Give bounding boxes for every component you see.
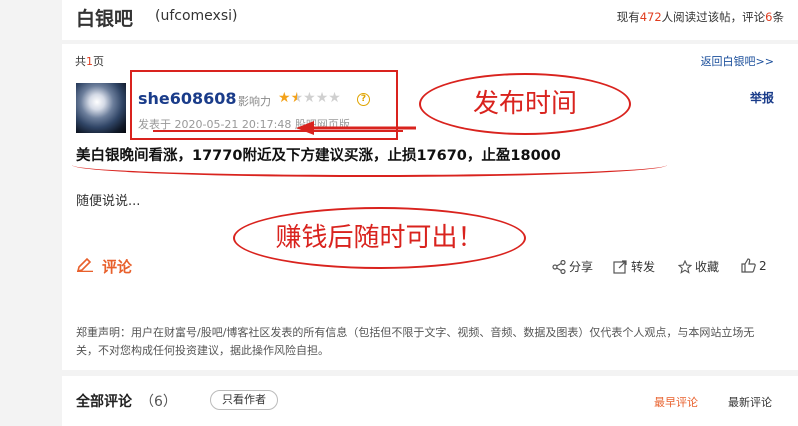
- avatar[interactable]: [76, 83, 126, 133]
- like-count: 2: [759, 258, 767, 273]
- like-button[interactable]: 2: [741, 258, 767, 273]
- post-body: 随便说说...: [76, 194, 141, 209]
- read-stats: 现有472人阅读过该帖，评论6条: [617, 9, 784, 25]
- all-comments-label: 全部评论: [76, 394, 132, 410]
- annotation-take-profit: 赚钱后随时可出！: [233, 207, 526, 269]
- read-mid: 人阅读过该帖，评论: [661, 10, 766, 24]
- share-label: 分享: [569, 260, 594, 274]
- disclaimer: 郑重声明：用户在财富号/股吧/博客社区发表的所有信息（包括但不限于文字、视频、音…: [76, 326, 755, 357]
- all-comments-count: （6）: [140, 394, 177, 410]
- read-suffix: 条: [772, 10, 785, 24]
- only-author-button[interactable]: 只看作者: [210, 390, 278, 410]
- sort-latest-tab[interactable]: 最新评论: [728, 394, 772, 410]
- comment-button[interactable]: 评论: [76, 256, 132, 277]
- annotation-publish-time: 发布时间: [419, 73, 631, 135]
- page-count: 共1页: [75, 53, 104, 69]
- forward-button[interactable]: 转发: [613, 258, 655, 275]
- star-outline-icon: [678, 259, 692, 274]
- report-button[interactable]: 举报: [750, 89, 774, 106]
- sort-earliest-tab[interactable]: 最早评论: [654, 394, 698, 410]
- forum-name[interactable]: 白银吧: [76, 4, 133, 31]
- pager-prefix: 共: [75, 55, 86, 68]
- share-button[interactable]: 分享: [552, 258, 593, 275]
- favorite-button[interactable]: 收藏: [678, 258, 719, 275]
- forum-code: (ufcomexsi): [155, 8, 238, 24]
- all-comments-heading: 全部评论 （6）: [76, 391, 177, 411]
- comment-label: 评论: [102, 258, 133, 276]
- read-count: 472: [639, 10, 662, 24]
- post-title: 美白银晚间看涨，17770附近及下方建议买涨，止损17670，止盈18000: [76, 148, 561, 164]
- pager-suffix: 页: [93, 55, 104, 68]
- favorite-label: 收藏: [695, 260, 720, 274]
- annotation-arrow-icon: [296, 121, 416, 135]
- read-prefix: 现有: [616, 10, 640, 24]
- pencil-icon: [76, 257, 93, 272]
- forward-label: 转发: [631, 260, 656, 274]
- pager-total: 1: [86, 55, 93, 68]
- comment-count: 6: [765, 10, 773, 24]
- forward-icon: [613, 259, 627, 274]
- share-icon: [552, 259, 566, 274]
- thumbs-up-icon: [741, 258, 756, 273]
- back-to-forum-link[interactable]: 返回白银吧>>: [701, 53, 774, 69]
